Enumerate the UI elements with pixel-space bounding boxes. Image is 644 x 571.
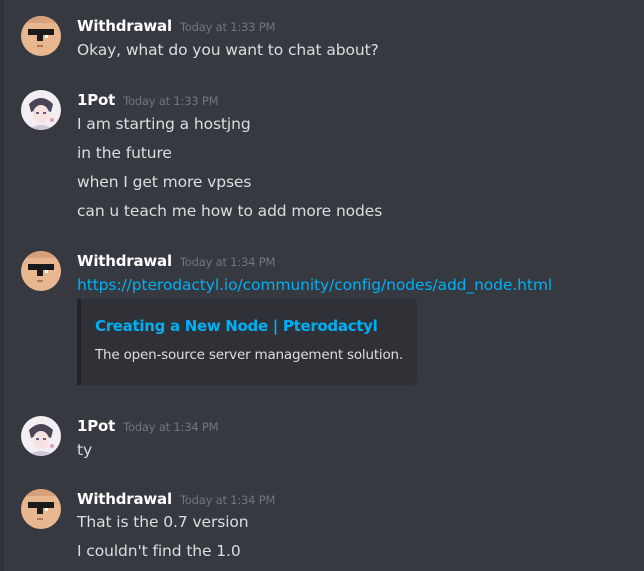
message-text: in the future xyxy=(77,144,172,162)
message-link-line: https://pterodactyl.io/community/config/… xyxy=(77,276,552,294)
username[interactable]: 1Pot xyxy=(77,417,115,435)
pixel-sunglasses-face-icon xyxy=(21,251,61,291)
message-group: 1Pot Today at 1:33 PM I am starting a hos… xyxy=(0,90,644,230)
username[interactable]: 1Pot xyxy=(77,91,115,109)
message-group: Withdrawal Today at 1:34 PM https://ptero… xyxy=(0,251,644,391)
username[interactable]: Withdrawal xyxy=(77,252,172,270)
avatar-1pot[interactable] xyxy=(21,90,61,130)
message-header: Withdrawal Today at 1:34 PM xyxy=(77,489,275,511)
username[interactable]: Withdrawal xyxy=(77,490,172,508)
message-text: I am starting a hostjng xyxy=(77,115,251,133)
avatar-withdrawal[interactable] xyxy=(21,16,61,56)
embed-title-link[interactable]: Creating a New Node | Pterodactyl xyxy=(95,317,378,335)
avatar-withdrawal[interactable] xyxy=(21,251,61,291)
message-text: ty xyxy=(77,441,93,459)
username[interactable]: Withdrawal xyxy=(77,17,172,35)
pixel-sunglasses-face-icon xyxy=(21,489,61,529)
timestamp: Today at 1:34 PM xyxy=(123,420,219,434)
message-header: 1Pot Today at 1:34 PM xyxy=(77,416,219,438)
timestamp: Today at 1:33 PM xyxy=(179,20,276,34)
link-embed: Creating a New Node | Pterodactyl The op… xyxy=(77,299,417,385)
message-text: I couldn't find the 1.0 xyxy=(77,542,241,560)
message-text: Okay, what do you want to chat about? xyxy=(77,41,379,59)
timestamp: Today at 1:34 PM xyxy=(179,255,276,269)
message-group: Withdrawal Today at 1:33 PM Okay, what do… xyxy=(0,16,644,66)
message-header: Withdrawal Today at 1:33 PM xyxy=(77,16,275,38)
pterodactyl-link[interactable]: https://pterodactyl.io/community/config/… xyxy=(77,276,552,294)
anime-character-avatar-icon xyxy=(21,416,61,456)
message-group: Withdrawal Today at 1:34 PM That is the 0… xyxy=(0,489,644,571)
timestamp: Today at 1:34 PM xyxy=(179,493,276,507)
timestamp: Today at 1:33 PM xyxy=(123,94,219,108)
message-text: can u teach me how to add more nodes xyxy=(77,202,383,220)
pixel-sunglasses-face-icon xyxy=(21,16,61,56)
anime-character-avatar-icon xyxy=(21,90,61,130)
message-header: Withdrawal Today at 1:34 PM xyxy=(77,251,275,273)
chat-messages-area: Withdrawal Today at 1:33 PM Okay, what do… xyxy=(0,0,644,571)
avatar-withdrawal[interactable] xyxy=(21,489,61,529)
avatar-1pot[interactable] xyxy=(21,416,61,456)
message-header: 1Pot Today at 1:33 PM xyxy=(77,90,219,112)
message-text: when I get more vpses xyxy=(77,173,252,191)
message-group: 1Pot Today at 1:34 PM ty xyxy=(0,416,644,466)
embed-description: The open-source server management soluti… xyxy=(95,347,403,363)
message-text: That is the 0.7 version xyxy=(77,513,249,531)
